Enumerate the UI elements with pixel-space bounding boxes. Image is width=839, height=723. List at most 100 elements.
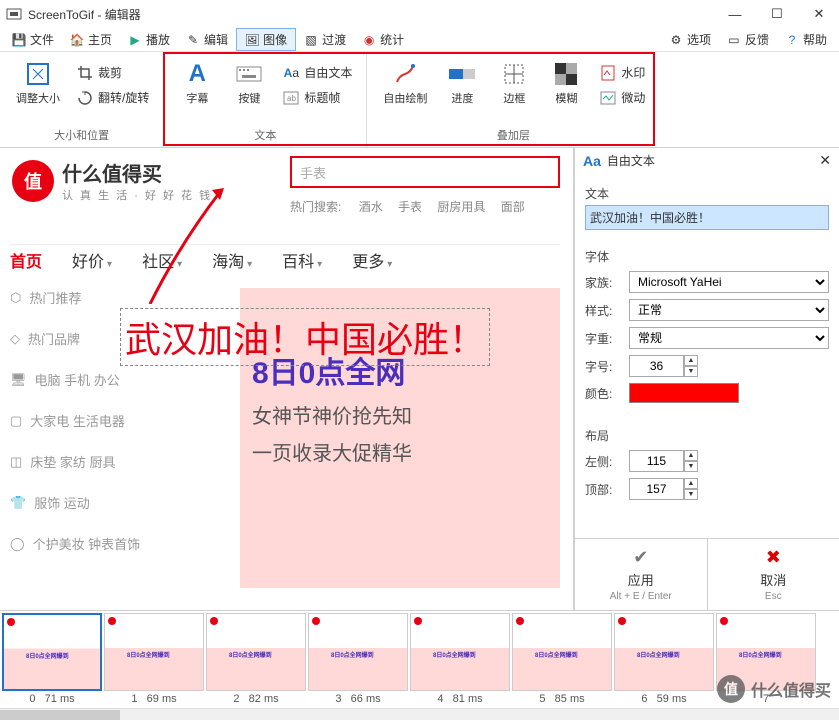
menu-file[interactable]: 💾文件 xyxy=(4,29,62,50)
site-name: 什么值得买 xyxy=(62,158,212,187)
section-layout: 布局 xyxy=(585,427,829,444)
font-size-input[interactable] xyxy=(629,355,684,377)
search-input: 手表 xyxy=(290,156,560,188)
frame-thumb[interactable] xyxy=(104,613,204,691)
menu-image[interactable]: 🖼图像 xyxy=(236,28,296,51)
ribbon: 调整大小 裁剪 翻转/旋转 大小和位置 A字幕 按键 Aa自由文本 ab标题帧 … xyxy=(0,52,839,148)
text-value-input[interactable]: 武汉加油！中国必胜！ xyxy=(585,205,829,230)
titleframe-button[interactable]: ab标题帧 xyxy=(278,87,356,108)
spin-down[interactable]: ▼ xyxy=(684,461,698,472)
canvas[interactable]: 值 什么值得买 认 真 生 活 · 好 好 花 钱 手表 热门搜索: 酒水 手表… xyxy=(0,148,574,610)
menu-help[interactable]: ?帮助 xyxy=(777,29,835,50)
page-preview: 值 什么值得买 认 真 生 活 · 好 好 花 钱 手表 热门搜索: 酒水 手表… xyxy=(0,148,560,603)
menu-home[interactable]: 🏠主页 xyxy=(62,29,120,50)
pencil-icon: ✎ xyxy=(186,33,200,47)
border-button[interactable]: 边框 xyxy=(491,56,537,110)
menu-stats[interactable]: ◉统计 xyxy=(354,29,412,50)
crop-button[interactable]: 裁剪 xyxy=(72,62,153,83)
frame-thumb[interactable] xyxy=(614,613,714,691)
spin-down[interactable]: ▼ xyxy=(684,366,698,377)
spin-up[interactable]: ▲ xyxy=(684,450,698,461)
section-font: 字体 xyxy=(585,248,829,265)
window-title: ScreenToGif - 编辑器 xyxy=(28,6,721,23)
tag-icon: ⬡ xyxy=(10,290,21,306)
shirt-icon: 👕 xyxy=(10,495,26,511)
freetext-overlay[interactable]: 武汉加油！中国必胜！ xyxy=(120,308,490,366)
spin-up[interactable]: ▲ xyxy=(684,478,698,489)
maximize-button[interactable]: ☐ xyxy=(763,4,791,24)
monitor-icon: 🖥 xyxy=(10,372,27,388)
page-watermark: 值什么值得买 xyxy=(717,675,831,703)
panel-title: 自由文本 xyxy=(607,152,655,169)
close-button[interactable]: ✕ xyxy=(805,4,833,24)
border-icon xyxy=(500,60,528,88)
minimize-button[interactable]: — xyxy=(721,4,749,24)
watermark-button[interactable]: 水印 xyxy=(595,62,649,83)
left-input[interactable] xyxy=(629,450,684,472)
fliprotate-button[interactable]: 翻转/旋转 xyxy=(72,87,153,108)
menu-feedback[interactable]: ▭反馈 xyxy=(719,29,777,50)
frame-thumb[interactable] xyxy=(410,613,510,691)
caption-button[interactable]: A字幕 xyxy=(174,56,220,110)
timeline-scrollbar[interactable] xyxy=(0,708,839,720)
image-icon: 🖼 xyxy=(245,33,259,47)
cross-icon: ✖ xyxy=(766,547,781,568)
color-picker[interactable] xyxy=(629,383,739,403)
gear-icon: ⚙ xyxy=(669,33,683,47)
apply-button[interactable]: ✔应用Alt + E / Enter xyxy=(575,539,707,610)
svg-text:ab: ab xyxy=(287,94,296,103)
ribbon-group-text: A字幕 按键 Aa自由文本 ab标题帧 文本 xyxy=(163,52,366,147)
progress-button[interactable]: 进度 xyxy=(439,56,485,110)
stats-icon: ◉ xyxy=(362,33,376,47)
frame-thumb[interactable] xyxy=(308,613,408,691)
font-style-select[interactable]: 正常 xyxy=(629,299,829,321)
blur-icon xyxy=(552,60,580,88)
check-icon: ✔ xyxy=(633,547,648,568)
site-logo: 值 xyxy=(12,160,54,202)
resize-button[interactable]: 调整大小 xyxy=(10,56,66,110)
text-icon: Aa xyxy=(583,153,601,169)
caption-icon: A xyxy=(183,60,211,88)
frame-thumb[interactable] xyxy=(512,613,612,691)
section-text: 文本 xyxy=(585,185,829,202)
font-weight-select[interactable]: 常规 xyxy=(629,327,829,349)
home-icon: 🏠 xyxy=(70,33,84,47)
menu-play[interactable]: ▶播放 xyxy=(120,29,178,50)
menu-edit[interactable]: ✎编辑 xyxy=(178,29,236,50)
text-icon: Aa xyxy=(282,65,300,81)
frame-thumb[interactable] xyxy=(206,613,306,691)
main-nav: 首页 好价 社区 海淘 百科 更多 xyxy=(10,248,392,272)
site-tagline: 认 真 生 活 · 好 好 花 钱 xyxy=(62,187,212,203)
blur-button[interactable]: 模糊 xyxy=(543,56,589,110)
menubar: 💾文件 🏠主页 ▶播放 ✎编辑 🖼图像 ▧过渡 ◉统计 ⚙选项 ▭反馈 ?帮助 xyxy=(0,28,839,52)
font-family-select[interactable]: Microsoft YaHei xyxy=(629,271,829,293)
cinema-button[interactable]: 微动 xyxy=(595,87,649,108)
crop-icon xyxy=(76,65,94,81)
menu-transition[interactable]: ▧过渡 xyxy=(296,29,354,50)
ribbon-group-overlay: 自由绘制 进度 边框 模糊 水印 微动 叠加层 xyxy=(366,52,659,147)
keys-button[interactable]: 按键 xyxy=(226,56,272,110)
appliance-icon: ▢ xyxy=(10,413,22,429)
app-icon xyxy=(6,6,22,22)
keyboard-icon xyxy=(235,60,263,88)
spin-down[interactable]: ▼ xyxy=(684,489,698,500)
hot-search: 热门搜索: 酒水 手表 厨房用具 面部 xyxy=(290,198,537,215)
frame-thumb[interactable] xyxy=(2,613,102,691)
titleframe-icon: ab xyxy=(282,90,300,106)
progress-icon xyxy=(448,60,476,88)
spin-up[interactable]: ▲ xyxy=(684,355,698,366)
tag-icon: ◇ xyxy=(10,331,20,347)
top-input[interactable] xyxy=(629,478,684,500)
brush-icon xyxy=(391,60,419,88)
freetext-button[interactable]: Aa自由文本 xyxy=(278,62,356,83)
titlebar: ScreenToGif - 编辑器 — ☐ ✕ xyxy=(0,0,839,28)
rotate-icon xyxy=(76,90,94,106)
panel-close-button[interactable]: ✕ xyxy=(819,152,831,169)
freedraw-button[interactable]: 自由绘制 xyxy=(377,56,433,110)
frame-strip[interactable] xyxy=(2,613,837,691)
menu-options[interactable]: ⚙选项 xyxy=(661,29,719,50)
cinema-icon xyxy=(599,90,617,106)
play-icon: ▶ xyxy=(128,33,142,47)
watermark-icon xyxy=(599,65,617,81)
cancel-button[interactable]: ✖取消Esc xyxy=(707,539,839,610)
